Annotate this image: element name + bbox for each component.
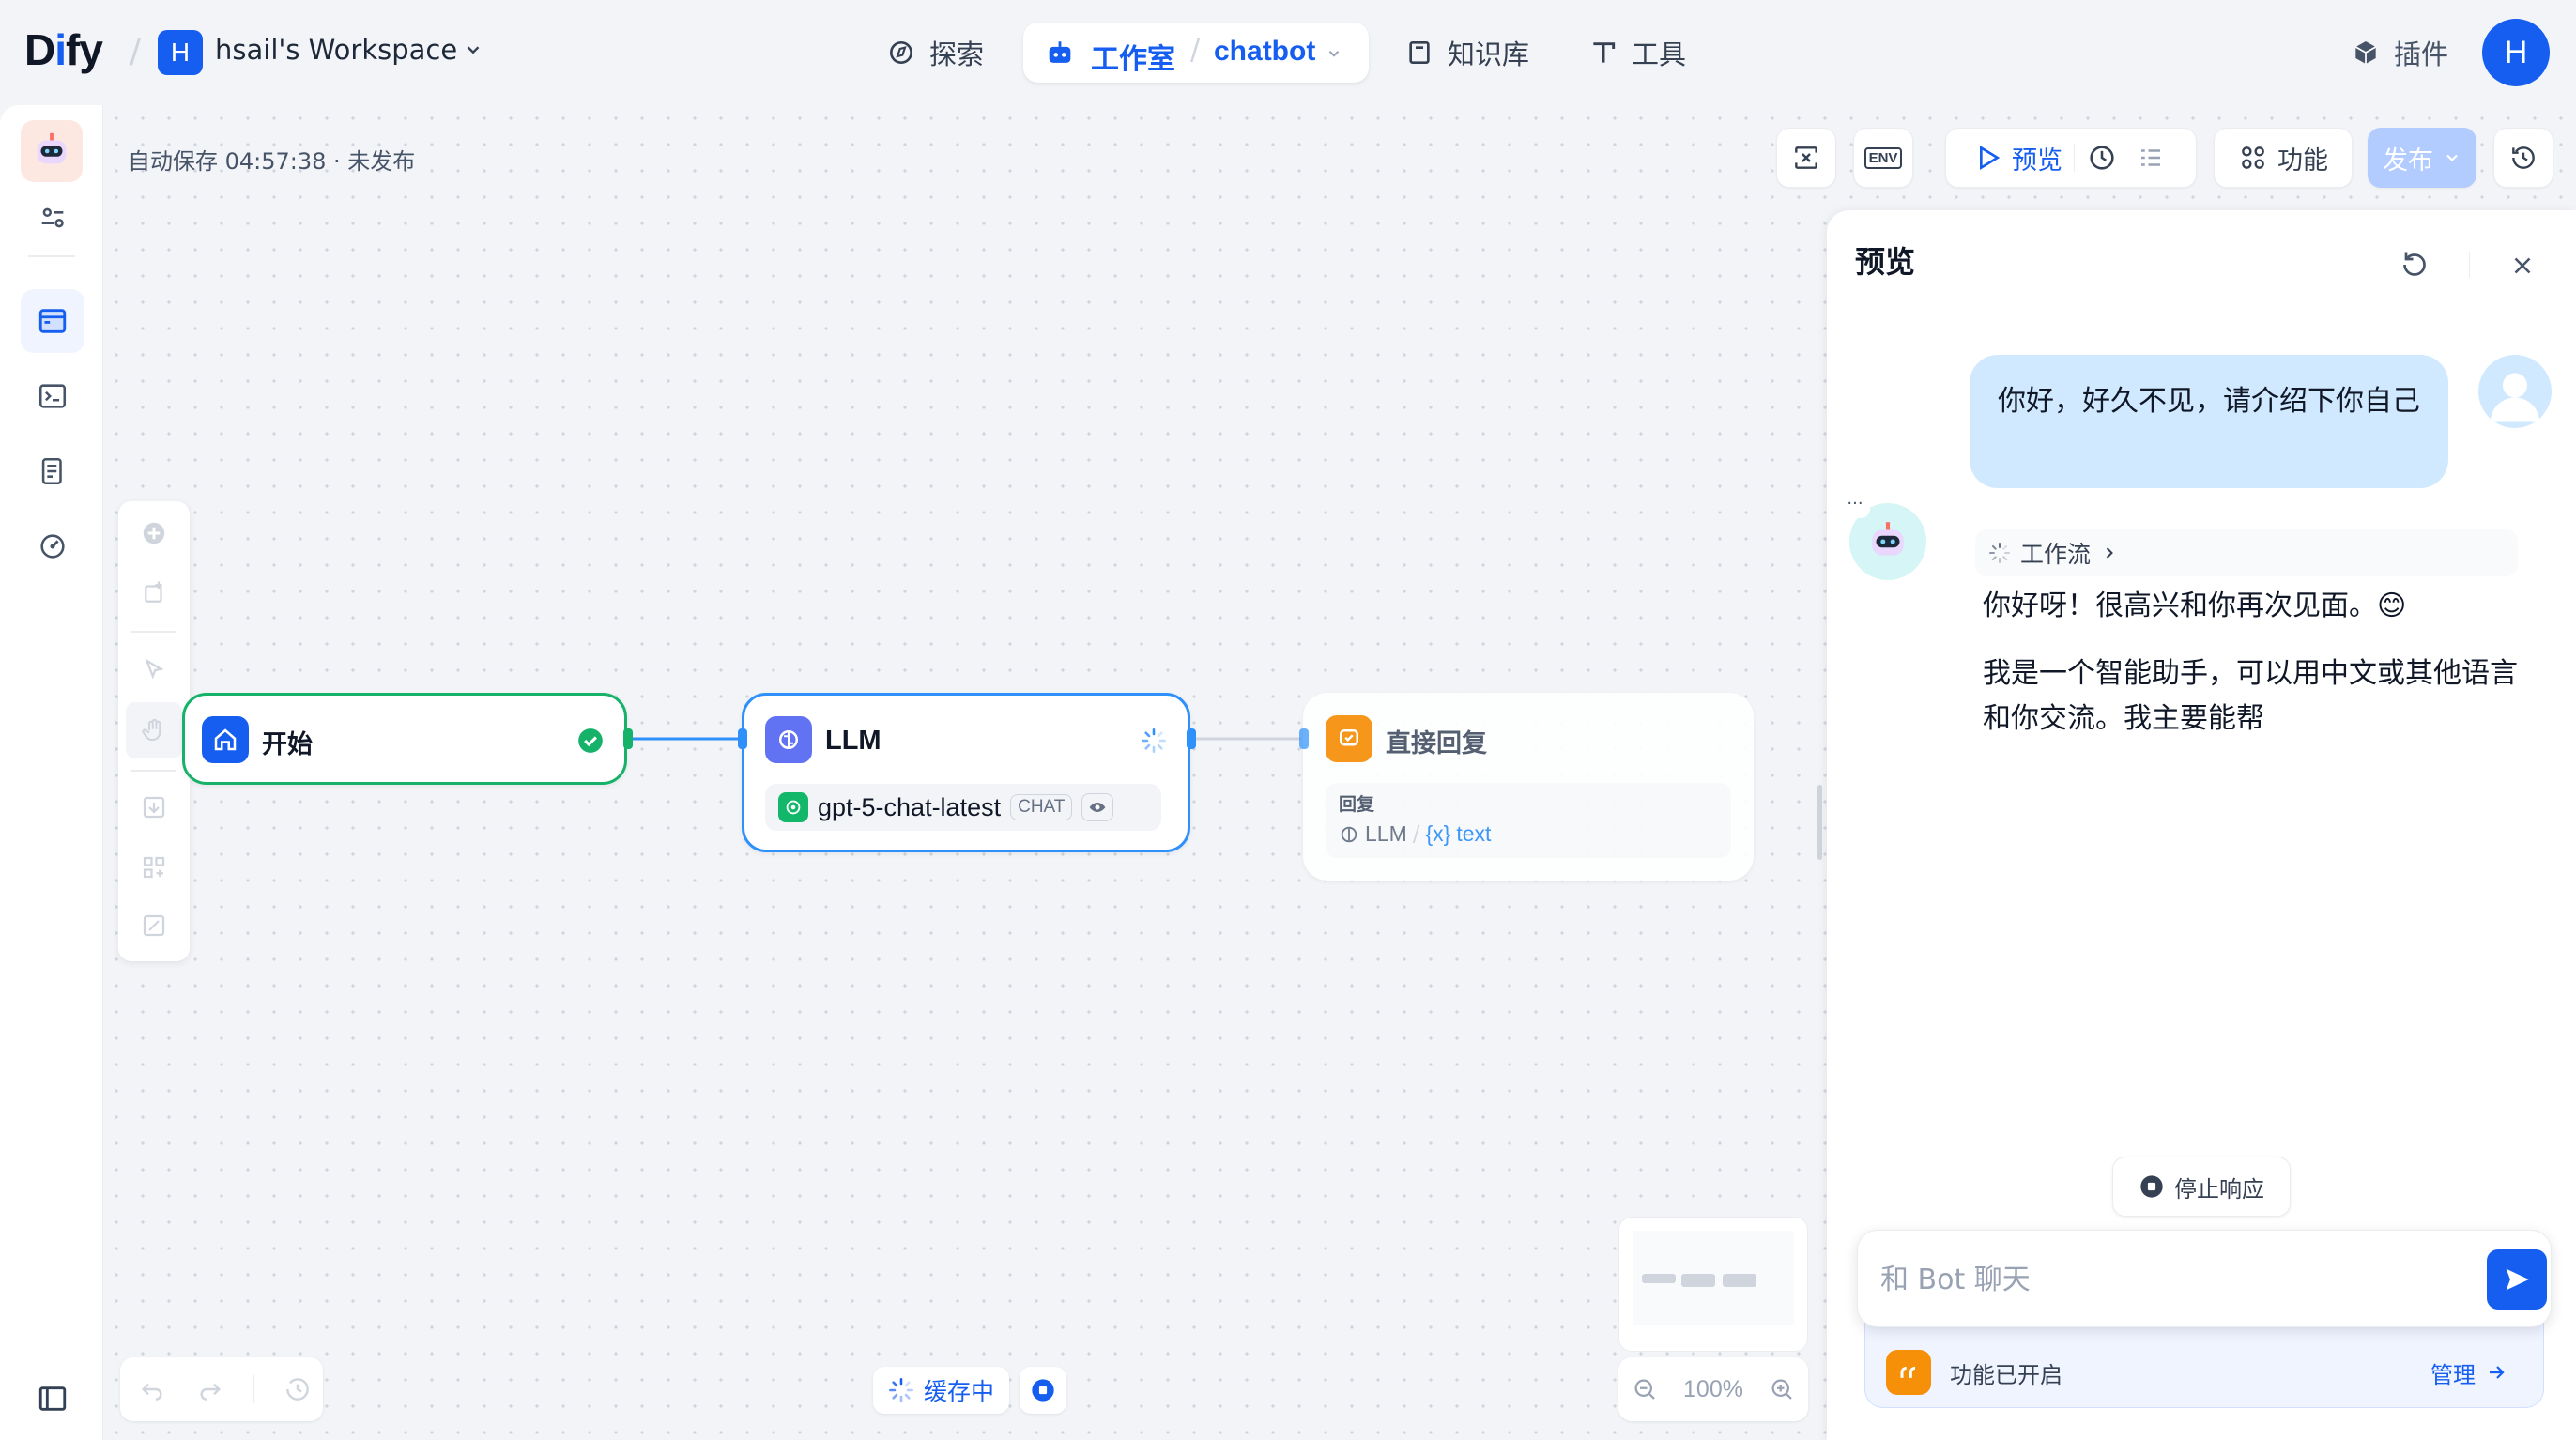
- zoom-out-icon[interactable]: [1631, 1375, 1659, 1403]
- arrow-right-icon: [2490, 1366, 2505, 1379]
- variable-name: text: [1456, 821, 1492, 846]
- bot-message-line2: 我是一个智能助手，可以用中文或其他语言和你交流。我主要能帮: [1983, 657, 2518, 735]
- reply-icon: [1326, 715, 1372, 762]
- stop-circle-icon: [2140, 1175, 2163, 1198]
- send-icon: [2506, 1268, 2529, 1291]
- bot-message-line1: 你好呀！很高兴和你再次见面。😊: [1983, 590, 2407, 622]
- refresh-icon[interactable]: [2398, 248, 2431, 282]
- node-llm-output-handle[interactable]: [1187, 728, 1196, 749]
- node-llm-input-handle[interactable]: [738, 728, 747, 749]
- variable-node-name: LLM: [1365, 821, 1407, 846]
- variable-icon: {x}: [1425, 821, 1451, 846]
- minimap-node: [1681, 1274, 1715, 1287]
- minimap-node: [1642, 1274, 1676, 1283]
- node-llm-title: LLM: [825, 726, 882, 756]
- stop-responding-button[interactable]: 停止响应: [2112, 1157, 2291, 1217]
- chat-input[interactable]: [1880, 1259, 2444, 1300]
- panel-resize-handle[interactable]: [1817, 785, 1822, 860]
- chevron-right-icon: [2106, 547, 2113, 559]
- workflow-label: 工作流: [2020, 541, 2092, 568]
- undo-redo-group: [120, 1357, 323, 1421]
- answer-field-label: 回复: [1339, 794, 1375, 815]
- model-selector[interactable]: gpt-5-chat-latest CHAT: [765, 784, 1161, 831]
- node-llm[interactable]: LLM gpt-5-chat-latest CHAT: [742, 693, 1190, 852]
- quote-icon: [1886, 1350, 1931, 1395]
- node-start-output-handle[interactable]: [623, 728, 633, 749]
- caching-label: 缓存中: [924, 1378, 995, 1405]
- stop-icon: [1032, 1379, 1054, 1402]
- features-enabled-bar: 功能已开启 管理: [1864, 1318, 2544, 1408]
- close-icon[interactable]: [2508, 252, 2537, 280]
- check-circle-icon: [578, 728, 603, 753]
- node-start-title: 开始: [262, 730, 313, 759]
- chat-input-box: [1857, 1230, 2552, 1327]
- zoom-level[interactable]: 100%: [1683, 1376, 1743, 1403]
- variable-tag: LLM / {x} text: [1339, 821, 1718, 847]
- stop-caching-button[interactable]: [1020, 1367, 1066, 1414]
- change-history-icon[interactable]: [283, 1374, 313, 1404]
- features-enabled-label: 功能已开启: [1950, 1361, 2062, 1388]
- user-avatar: [2478, 355, 2552, 428]
- manage-label: 管理: [2430, 1361, 2476, 1388]
- node-start[interactable]: 开始: [182, 693, 627, 785]
- undo-icon[interactable]: [137, 1374, 167, 1404]
- node-answer-input-handle[interactable]: [1299, 728, 1309, 749]
- preview-panel: 预览 你好，好久不见，请介绍下你自己 ··· 工作流 你好呀！很高兴和你再次见面…: [1827, 210, 2576, 1440]
- brain-icon: [765, 716, 812, 763]
- stop-responding-label: 停止响应: [2174, 1175, 2264, 1203]
- user-message-bubble: 你好，好久不见，请介绍下你自己: [1970, 355, 2448, 488]
- minimap[interactable]: [1618, 1217, 1808, 1352]
- model-name: gpt-5-chat-latest: [818, 792, 1002, 821]
- zoom-controls: 100%: [1618, 1357, 1808, 1421]
- divider: /: [1412, 821, 1420, 847]
- loading-spinner-icon: [889, 1378, 913, 1402]
- loading-spinner-icon: [1142, 728, 1166, 753]
- zoom-in-icon[interactable]: [1768, 1375, 1796, 1403]
- caching-status: 缓存中: [873, 1367, 1010, 1414]
- redo-icon[interactable]: [195, 1374, 225, 1404]
- loading-spinner-icon: [1989, 543, 2010, 563]
- model-mode-badge: CHAT: [1010, 794, 1073, 820]
- home-icon: [202, 716, 249, 763]
- node-answer[interactable]: 直接回复 回复 LLM / {x} text: [1303, 693, 1754, 881]
- answer-field: 回复 LLM / {x} text: [1326, 783, 1731, 858]
- node-answer-title: 直接回复: [1386, 729, 1487, 758]
- manage-features-link[interactable]: 管理: [2430, 1356, 2507, 1389]
- divider: [2469, 252, 2470, 278]
- typing-indicator: ···: [1840, 496, 1870, 518]
- vision-icon: [1081, 793, 1114, 821]
- send-button[interactable]: [2487, 1249, 2547, 1310]
- divider: [253, 1375, 254, 1403]
- workflow-process-toggle[interactable]: 工作流: [1975, 529, 2518, 576]
- openai-icon: [778, 792, 808, 822]
- llm-node-icon: [1341, 826, 1357, 842]
- preview-title: 预览: [1855, 244, 1916, 280]
- minimap-node: [1723, 1274, 1756, 1287]
- robot-icon: [1872, 522, 1904, 556]
